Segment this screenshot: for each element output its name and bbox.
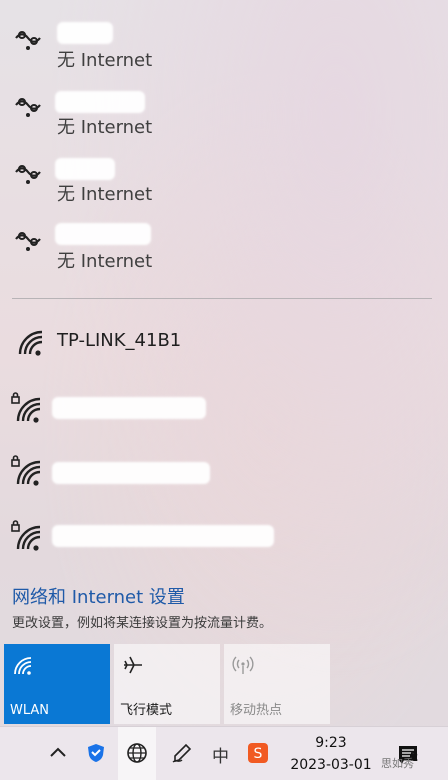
hotspot-icon <box>232 656 254 674</box>
network-item[interactable]: 无 Internet <box>0 85 448 141</box>
mobile-hotspot-button[interactable]: 移动热点 <box>224 644 330 724</box>
network-item[interactable] <box>0 513 448 557</box>
network-name-redacted <box>57 22 113 44</box>
airplane-icon <box>124 656 142 674</box>
wifi-signal-icon <box>18 330 43 356</box>
network-status: 无 Internet <box>57 117 153 138</box>
sogou-input-icon[interactable]: S <box>246 741 270 765</box>
network-status: 无 Internet <box>57 50 153 71</box>
network-tray-button[interactable] <box>118 727 156 780</box>
wifi-icon <box>14 657 32 675</box>
network-status: 无 Internet <box>57 251 153 272</box>
network-no-internet-icon <box>15 232 41 251</box>
secured-wifi-icon <box>11 392 41 423</box>
wlan-label: WLAN <box>10 703 50 718</box>
network-no-internet-icon <box>15 165 41 184</box>
ime-indicator[interactable]: 中 <box>212 742 229 767</box>
divider <box>12 298 432 299</box>
network-item[interactable]: 无 Internet <box>0 18 448 74</box>
clock-time[interactable]: 9:23 <box>300 735 362 751</box>
network-no-internet-icon <box>15 98 41 117</box>
shield-icon[interactable] <box>84 741 108 765</box>
network-settings-description: 更改设置，例如将某连接设置为按流量计费。 <box>12 616 273 631</box>
network-item[interactable] <box>0 448 448 492</box>
chevron-up-icon[interactable] <box>46 741 70 765</box>
pen-icon[interactable] <box>170 741 194 765</box>
airplane-mode-button[interactable]: 飞行模式 <box>114 644 220 724</box>
network-settings-link[interactable]: 网络和 Internet 设置 <box>12 583 185 609</box>
network-item[interactable] <box>0 385 448 429</box>
network-name-redacted <box>55 91 145 113</box>
network-name-redacted <box>52 462 210 484</box>
clock-date[interactable]: 2023-03-01 <box>284 757 378 773</box>
network-name-redacted <box>55 223 151 245</box>
airplane-mode-label: 飞行模式 <box>120 703 173 718</box>
network-status: 无 Internet <box>57 184 153 205</box>
network-item[interactable]: 无 Internet <box>0 219 448 275</box>
svg-text:S: S <box>254 746 263 762</box>
mobile-hotspot-label: 移动热点 <box>230 703 283 718</box>
wlan-toggle-button[interactable]: WLAN <box>4 644 110 724</box>
taskbar: 中 S 9:23 2023-03-01 2 <box>0 726 448 780</box>
secured-wifi-icon <box>11 455 41 486</box>
network-item[interactable]: 无 Internet <box>0 152 448 208</box>
network-no-internet-icon <box>15 31 41 50</box>
network-name: TP-LINK_41B1 <box>57 330 182 351</box>
network-name-redacted <box>55 158 115 180</box>
network-item[interactable]: TP-LINK_41B1 <box>0 322 448 362</box>
secured-wifi-icon <box>11 520 41 551</box>
watermark: 思如秀 <box>381 757 414 770</box>
network-flyout: 无 Internet 无 Internet 无 Internet 无 Inter… <box>0 0 448 725</box>
network-name-redacted <box>52 397 206 419</box>
network-name-redacted <box>52 525 274 547</box>
globe-icon <box>127 743 147 763</box>
